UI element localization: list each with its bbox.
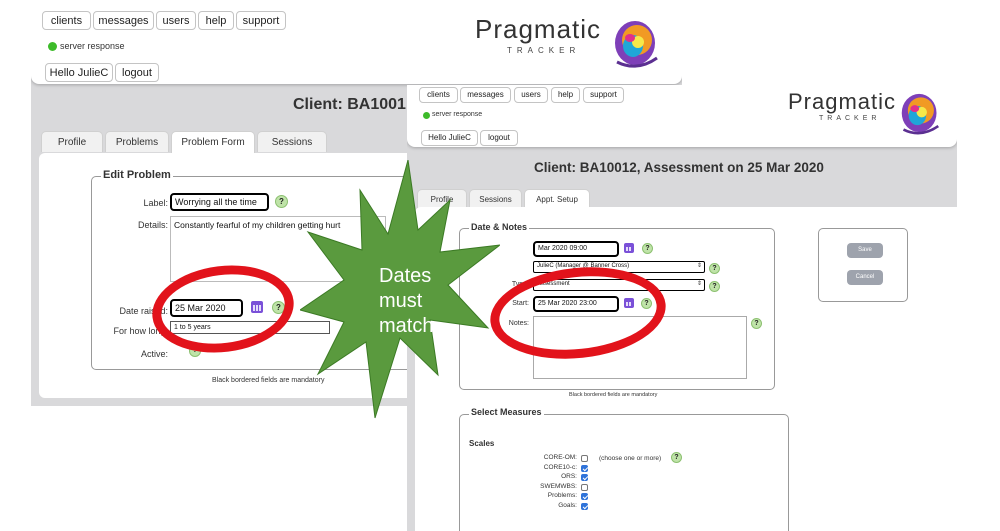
calendar-icon[interactable] — [624, 243, 634, 253]
page-title: Client: BA10012, Assessment on 25 Mar 20… — [534, 160, 824, 175]
top-header: clients messages users help support serv… — [31, 8, 682, 84]
nav-help-button[interactable]: help — [198, 11, 234, 30]
measure-checkbox[interactable] — [581, 502, 588, 510]
hello-user-label: Hello JulieC — [421, 130, 478, 146]
logout-button[interactable]: logout — [115, 63, 159, 82]
nav-users-button[interactable]: users — [514, 87, 548, 103]
mandatory-note: Black bordered fields are mandatory — [569, 392, 658, 398]
choose-hint: (choose one or more) — [599, 455, 662, 462]
cancel-button[interactable]: Cancel — [847, 270, 883, 285]
measure-label: CORE10-c: — [543, 463, 577, 471]
page-title: Client: BA1001 — [293, 96, 406, 113]
nav-help-button[interactable]: help — [551, 87, 580, 103]
measure-label: CORE-OM: — [543, 454, 577, 461]
nav-messages-button[interactable]: messages — [460, 87, 511, 103]
nav-clients-button[interactable]: clients — [419, 87, 458, 103]
details-field-label: Details: — [137, 220, 168, 230]
nav-messages-button[interactable]: messages — [93, 11, 154, 30]
staff-select-arrow-icon: ⇕ — [697, 263, 703, 269]
nav-clients-button[interactable]: clients — [42, 11, 91, 30]
measure-checkbox[interactable] — [581, 493, 588, 500]
tab-problems[interactable]: Problems — [105, 131, 169, 152]
callout-text-line-3: match — [379, 315, 434, 337]
label-input[interactable]: Worrying all the time — [170, 193, 269, 211]
scales-heading: Scales — [469, 439, 495, 448]
nav-support-button[interactable]: support — [583, 87, 624, 103]
server-status-text: server response — [60, 41, 125, 51]
label-help-icon[interactable]: ? — [275, 195, 288, 208]
measure-label: Goals: — [558, 501, 577, 509]
logo-swirl-icon — [615, 21, 658, 68]
date-time-input[interactable]: Mar 2020 09:00 — [533, 241, 619, 257]
measure-label: SWEMWBS: — [540, 482, 577, 490]
measure-checkbox[interactable] — [581, 464, 588, 472]
date-help-icon[interactable]: ? — [642, 243, 653, 254]
tab-profile[interactable]: Profile — [41, 131, 103, 152]
measure-label: Problems: — [547, 492, 577, 499]
notes-help-icon[interactable]: ? — [751, 318, 762, 329]
callout-text-line-2: must — [379, 290, 423, 312]
edit-problem-legend: Edit Problem — [101, 169, 173, 181]
logo-subtitle: TRACKER — [819, 115, 881, 122]
staff-help-icon[interactable]: ? — [709, 263, 720, 274]
server-status-text: server response — [432, 111, 483, 118]
nav-users-button[interactable]: users — [156, 11, 196, 30]
measure-label: ORS: — [561, 473, 577, 480]
label-field-label: Label: — [143, 198, 168, 208]
tab-problem-form[interactable]: Problem Form — [171, 131, 255, 154]
logo-wordmark: Pragmatic — [475, 14, 602, 44]
hello-user-label: Hello JulieC — [45, 63, 113, 82]
measure-checkbox[interactable] — [581, 474, 588, 481]
callout-text-line-1: Dates — [379, 265, 432, 287]
measure-checkbox[interactable] — [581, 483, 588, 491]
nav-support-button[interactable]: support — [236, 11, 286, 30]
logo-wordmark: Pragmatic — [788, 89, 897, 114]
server-status-dot — [423, 112, 430, 119]
measures-help-icon[interactable]: ? — [671, 452, 682, 463]
select-measures-fieldset — [459, 414, 789, 531]
active-label: Active: — [140, 349, 168, 359]
action-box — [818, 228, 908, 302]
type-help-icon[interactable]: ? — [709, 281, 720, 292]
tab-sessions[interactable]: Sessions — [257, 131, 327, 152]
logo-swirl-icon — [901, 93, 940, 135]
logo-subtitle: TRACKER — [507, 46, 581, 55]
save-button[interactable]: Save — [847, 243, 883, 258]
server-status-dot — [48, 42, 57, 51]
measure-checkbox[interactable] — [581, 455, 588, 462]
type-select-arrow-icon: ⇕ — [697, 281, 703, 287]
logout-button[interactable]: logout — [480, 130, 518, 146]
top-header-2: clients messages users help support serv… — [407, 85, 957, 147]
